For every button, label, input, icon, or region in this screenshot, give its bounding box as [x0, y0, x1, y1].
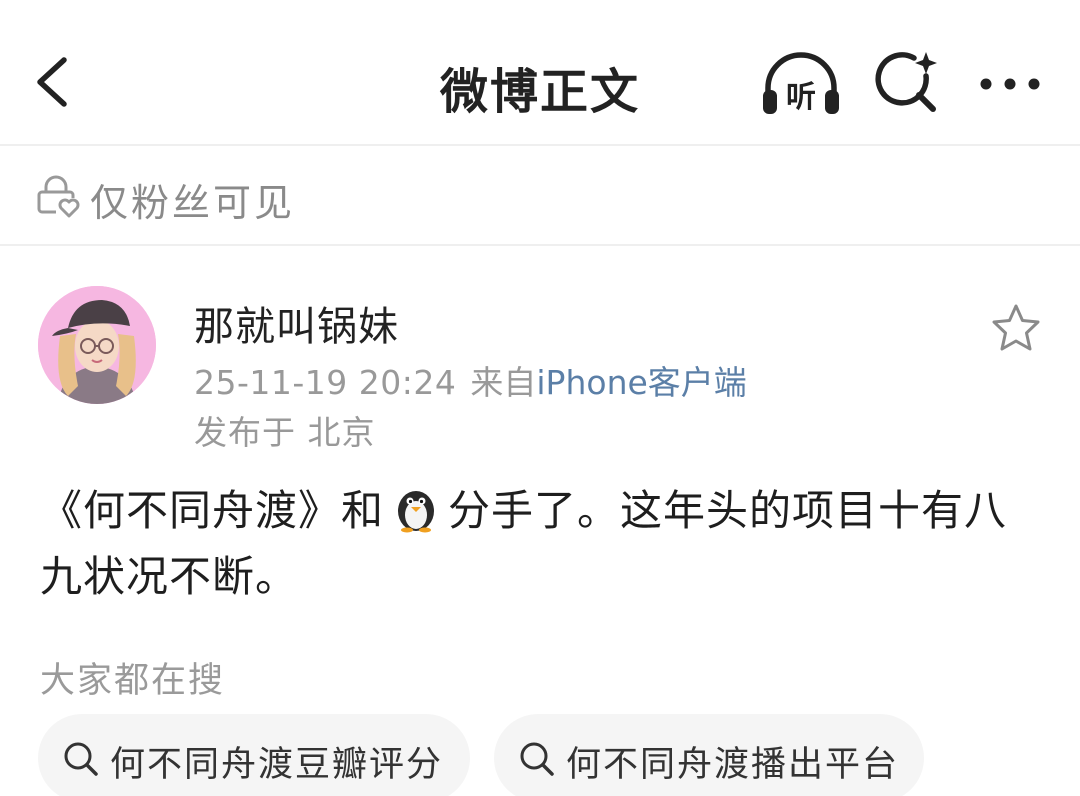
trending-search-heading: 大家都在搜: [40, 661, 226, 701]
source-device-link[interactable]: iPhone客户端: [536, 363, 746, 402]
avatar[interactable]: [38, 286, 156, 404]
weibo-post-page: 微博正文 听 仅粉丝可见 那就叫锅妹 25-11-19 20:24 来自iPho…: [0, 0, 1080, 796]
post-timestamp: 25-11-19 20:24: [194, 363, 457, 402]
author-name[interactable]: 那就叫锅妹: [194, 294, 399, 352]
search-icon: [520, 742, 554, 776]
star-icon: [992, 304, 1040, 351]
search-suggestion-label: 何不同舟渡播出平台: [566, 745, 900, 785]
post-location: 发布于 北京: [194, 413, 376, 452]
post-text-part1: 《何不同舟渡》和: [40, 486, 385, 535]
visibility-bar: 仅粉丝可见: [0, 146, 1080, 246]
favorite-button[interactable]: [990, 302, 1042, 354]
post-content: 《何不同舟渡》和 分手了。这年头的项目十有八九状况不断。: [40, 478, 1040, 610]
lock-heart-icon: [37, 175, 80, 218]
avatar-illustration: [38, 286, 156, 404]
search-button[interactable]: [874, 50, 940, 116]
listen-button[interactable]: 听: [760, 48, 842, 118]
more-options-button[interactable]: [974, 56, 1046, 112]
visibility-label: 仅粉丝可见: [90, 181, 296, 225]
post-meta: 25-11-19 20:24 来自iPhone客户端: [194, 356, 747, 404]
top-nav-bar: 微博正文 听: [0, 0, 1080, 146]
search-suggestion-label: 何不同舟渡豆瓣评分: [110, 745, 444, 785]
source-prefix: 来自: [470, 363, 537, 402]
search-sparkle-icon: [875, 52, 937, 112]
more-dots-icon: [980, 78, 1040, 90]
search-icon: [64, 742, 98, 776]
search-suggestion-chip[interactable]: 何不同舟渡豆瓣评分: [38, 714, 470, 796]
listen-label: 听: [786, 80, 816, 115]
penguin-icon: [398, 491, 435, 533]
search-suggestion-chip[interactable]: 何不同舟渡播出平台: [494, 714, 924, 796]
